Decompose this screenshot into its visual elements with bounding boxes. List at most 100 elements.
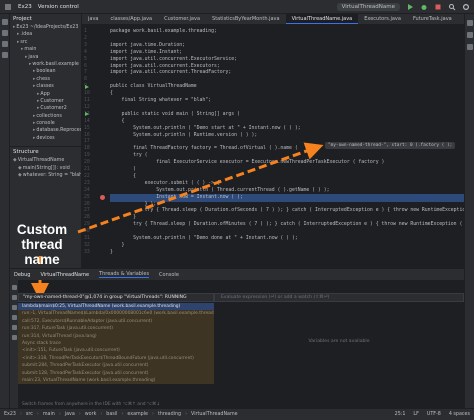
evaluate-expression-field[interactable]: Evaluate expression (⏎) or add a watch (…: [214, 293, 464, 302]
debug-tool-label[interactable]: Debug: [14, 272, 30, 278]
caret-position[interactable]: 25:1: [395, 412, 410, 417]
project-tree-item[interactable]: ▸database.Reprocessing: [10, 127, 81, 134]
stack-frame[interactable]: lambda$main$0:25, VirtualThreadName (wor…: [18, 303, 214, 311]
breadcrumb-item[interactable]: basil: [106, 412, 117, 417]
breadcrumb-item[interactable]: main: [43, 412, 55, 417]
editor-tab[interactable]: Customer.java: [158, 14, 206, 24]
line-number: 33: [84, 249, 90, 255]
stack-frame[interactable]: run:-1, VirtualThreadName$$Lambda/0x0000…: [18, 310, 214, 318]
commit-tool-icon[interactable]: [2, 30, 8, 36]
editor-tab[interactable]: Executors.java: [358, 14, 407, 24]
code-editor[interactable]: "my-own-named-thread-", start: 0 ).facto…: [110, 25, 464, 268]
run-icon[interactable]: [406, 3, 414, 11]
code-line: }: [110, 249, 113, 255]
project-tree-item[interactable]: ▸Customer2: [10, 105, 81, 112]
stack-frame[interactable]: <init>:318, ThreadPerTaskExecutor$Thread…: [18, 354, 214, 363]
editor-tab[interactable]: classes/App.java: [104, 14, 158, 24]
mute-breakpoints-icon[interactable]: [11, 335, 17, 340]
project-tree-item[interactable]: ▸App: [10, 91, 81, 98]
stack-frame[interactable]: run:317, FutureTask (java.util.concurren…: [18, 325, 214, 333]
stop-icon[interactable]: [434, 3, 442, 11]
run-gutter-icon[interactable]: [85, 112, 89, 117]
editor-tab[interactable]: StatisticsByYearMonth.java: [206, 14, 286, 24]
notifications-icon[interactable]: [467, 20, 473, 26]
structure-tree-item[interactable]: ◆whatever: String = "blah": [10, 172, 81, 179]
run-gutter-icon[interactable]: [85, 84, 89, 89]
breadcrumb-item[interactable]: example: [127, 412, 148, 417]
settings-gear-icon[interactable]: [462, 3, 470, 11]
breadcrumb-item[interactable]: threading: [158, 412, 181, 417]
breadcrumb-separator: ›: [78, 412, 81, 417]
tab-threads-variables[interactable]: Threads & Variables: [99, 271, 150, 278]
breadcrumb-separator: ›: [121, 412, 124, 417]
breadcrumb-item[interactable]: work: [85, 412, 97, 417]
stack-frame[interactable]: submit:128, ThreadPerTaskExecutor (java.…: [18, 369, 214, 377]
indent-setting[interactable]: 4 spaces: [449, 412, 474, 417]
project-tree-item[interactable]: ▸boolean: [10, 68, 81, 75]
project-tree-item[interactable]: ▸src: [10, 39, 81, 46]
project-tree-item[interactable]: ▸java: [10, 54, 81, 61]
editor-tab[interactable]: FutureTask.java: [407, 14, 458, 24]
stack-frame[interactable]: submit:284, ThreadPerTaskExecutor (java.…: [18, 362, 214, 370]
debug-config-tab[interactable]: VirtualThreadName: [40, 272, 89, 278]
pause-icon[interactable]: [11, 305, 17, 310]
project-tree-label: console: [36, 121, 55, 127]
project-tree-item[interactable]: ▸devices: [10, 135, 81, 142]
vcs-widget[interactable]: Version control: [38, 4, 79, 10]
project-tree-item[interactable]: ▸main: [10, 46, 81, 53]
stack-frame[interactable]: <init>:151, FutureTask (java.util.concur…: [18, 347, 214, 355]
code-line: System.out.println ( Runtime.version ( )…: [110, 132, 258, 138]
structure-tree-item[interactable]: ◆VirtualThreadName: [10, 157, 81, 164]
structure-panel-header[interactable]: Structure: [10, 146, 81, 157]
code-line: final ExecutorService executor = Executo…: [110, 160, 385, 166]
breadcrumb-item[interactable]: Ex23: [4, 412, 16, 417]
breadcrumb-item[interactable]: src: [26, 412, 33, 417]
editor-tab[interactable]: VirtualThreadName.java: [285, 14, 359, 24]
editor-tabs: java classes/App.java Customer.java Statist…: [82, 14, 464, 25]
variables-panel: Variables are not available: [214, 303, 464, 408]
structure-tool-icon[interactable]: [2, 41, 8, 47]
more-tools-icon[interactable]: [2, 52, 8, 58]
gradle-tool-icon[interactable]: [467, 44, 473, 50]
stop-debug-icon[interactable]: [11, 315, 17, 320]
stack-frame[interactable]: run:314, VirtualThread (java.lang): [18, 332, 214, 340]
project-tree-item[interactable]: ▸console: [10, 120, 81, 127]
breadcrumb-separator: ›: [100, 412, 103, 417]
breadcrumb-item[interactable]: java: [65, 412, 75, 417]
project-tree-item[interactable]: ▸Customer: [10, 98, 81, 105]
project-tree-item[interactable]: ▸chess: [10, 76, 81, 83]
debug-actions-strip: [10, 280, 18, 408]
project-tree-item[interactable]: ▸classes: [10, 83, 81, 90]
stack-frame[interactable]: main:23, VirtualThreadName (work.basil.e…: [18, 376, 214, 385]
project-tree-label: src: [20, 39, 28, 45]
debug-icon[interactable]: [420, 3, 428, 11]
stack-frame[interactable]: call:572, Executors$RunnableAdapter (jav…: [18, 317, 214, 326]
file-encoding[interactable]: UTF-8: [427, 412, 445, 417]
project-tree-label: Customer2: [40, 106, 67, 112]
class-icon: ◆: [18, 165, 22, 171]
title-bar: Ex23 Version control VirtualThreadName: [0, 0, 474, 14]
project-tool-icon[interactable]: [2, 19, 8, 25]
search-icon[interactable]: [448, 3, 456, 11]
tab-console[interactable]: Console: [159, 272, 179, 278]
line-separator[interactable]: LF: [413, 412, 422, 417]
resume-icon[interactable]: [11, 295, 17, 300]
thread-selector[interactable]: "my-own-named-thread-0"@1,074 in group "…: [18, 293, 214, 302]
stack-frame[interactable]: Async stack trace: [18, 339, 214, 348]
editor-gutter[interactable]: 1 2 3 4 5 6 7 8 9 10 11 12 13 14 15 16 17 18 19 20 21 22 23 24 2…: [82, 25, 110, 268]
project-tree-label: App: [40, 91, 50, 97]
project-tree-item[interactable]: ▸Ex23 ~/IdeaProjects/Ex23: [10, 24, 81, 31]
structure-tree-item[interactable]: ◆main(String[]): void: [10, 165, 81, 172]
run-configuration-selector[interactable]: VirtualThreadName: [336, 2, 400, 11]
rerun-icon[interactable]: [11, 285, 17, 290]
project-switcher[interactable]: Ex23: [18, 4, 32, 10]
project-tree-item[interactable]: ▸.idea: [10, 31, 81, 38]
project-tree-item[interactable]: ▸collections: [10, 113, 81, 120]
project-tree-item[interactable]: ▸work.basil.example: [10, 61, 81, 68]
project-panel-header[interactable]: Project: [10, 14, 81, 24]
main-menu-icon[interactable]: [4, 3, 12, 11]
view-breakpoints-icon[interactable]: [11, 325, 17, 330]
editor-tab[interactable]: java: [82, 14, 104, 24]
breadcrumb-item[interactable]: VirtualThreadName: [191, 412, 238, 417]
database-tool-icon[interactable]: [467, 32, 473, 38]
